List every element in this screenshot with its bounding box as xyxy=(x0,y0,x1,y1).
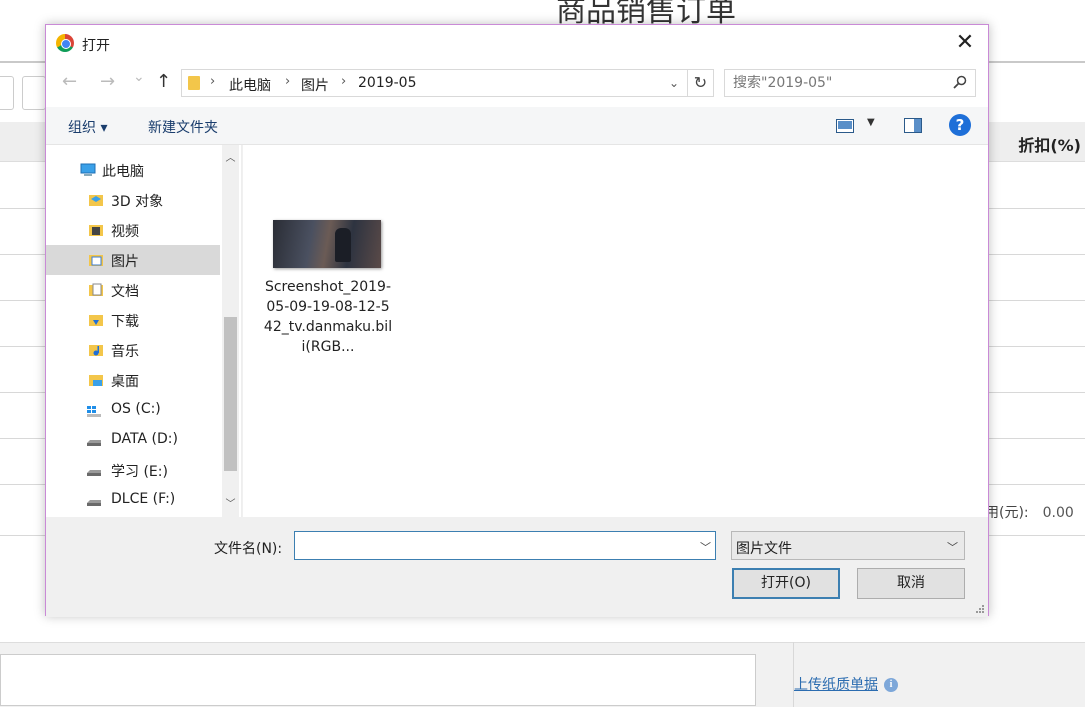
address-dropdown-chevron-icon[interactable]: ⌄ xyxy=(663,70,685,96)
filename-combobox[interactable]: ﹀ xyxy=(294,531,716,560)
tree-item-label: OS (C:) xyxy=(111,401,161,417)
scroll-up-arrow-icon[interactable]: ︿ xyxy=(222,149,239,169)
desktop-icon xyxy=(89,375,103,386)
close-button[interactable]: ✕ xyxy=(942,25,988,63)
chrome-icon xyxy=(56,34,74,52)
scroll-down-arrow-icon[interactable]: ﹀ xyxy=(222,495,239,515)
tree-item-label: 3D 对象 xyxy=(111,194,164,210)
remarks-textarea[interactable] xyxy=(0,654,756,706)
3d-objects-icon xyxy=(89,195,103,206)
tree-item-label: DATA (D:) xyxy=(111,431,178,447)
drive-icon xyxy=(87,500,101,506)
forward-arrow-icon[interactable]: → xyxy=(100,71,115,92)
organize-menu[interactable]: 组织 ▾ xyxy=(68,117,107,137)
search-box[interactable] xyxy=(724,69,976,97)
tree-item-dlce-f[interactable]: DLCE (F:) xyxy=(46,485,220,515)
search-icon[interactable] xyxy=(953,75,967,89)
tree-item-downloads[interactable]: 下载 xyxy=(46,305,220,335)
tree-item-label: 下载 xyxy=(111,314,139,330)
dialog-title: 打开 xyxy=(82,38,110,54)
navigation-bar: ← → ⌄ ↑ › 此电脑 › 图片 › 2019-05 ⌄ ↻ xyxy=(46,63,988,107)
tree-item-label: 此电脑 xyxy=(102,164,144,180)
filename-label: 文件名(N): xyxy=(214,541,283,557)
breadcrumb-this-pc[interactable]: 此电脑 xyxy=(229,75,271,95)
search-input[interactable] xyxy=(725,70,945,96)
file-name: Screenshot_2019-05-09-19-08-12-542_tv.da… xyxy=(263,279,393,355)
tree-item-desktop[interactable]: 桌面 xyxy=(46,365,220,395)
documents-icon xyxy=(89,283,103,296)
folder-icon xyxy=(188,76,200,90)
fee-row: 用(元): 0.00 xyxy=(985,502,1074,522)
tree-item-this-pc[interactable]: 此电脑 xyxy=(46,155,220,185)
column-header-discount: 折扣(%) xyxy=(1018,136,1081,155)
upload-link-label: 上传纸质单据 xyxy=(794,677,878,693)
dialog-titlebar: 打开 ✕ xyxy=(46,25,988,63)
up-arrow-icon[interactable]: ↑ xyxy=(156,71,171,92)
tree-item-label: 视频 xyxy=(111,224,139,240)
os-drive-icon xyxy=(87,406,101,417)
command-bar: 组织 ▾ 新建文件夹 ▼ ? xyxy=(46,107,988,145)
chevron-right-icon: › xyxy=(210,74,216,89)
info-icon[interactable]: i xyxy=(884,678,898,692)
tree-item-music[interactable]: 音乐 xyxy=(46,335,220,365)
toolbar-button[interactable] xyxy=(0,76,14,110)
pictures-icon xyxy=(89,255,103,266)
filename-dropdown-chevron-icon[interactable]: ﹀ xyxy=(700,539,711,555)
filename-input[interactable] xyxy=(295,532,690,559)
breadcrumb-2019-05[interactable]: 2019-05 xyxy=(358,75,417,91)
tree-item-label: 图片 xyxy=(111,254,139,270)
chevron-right-icon[interactable]: › xyxy=(341,74,346,89)
tree-item-study-e[interactable]: 学习 (E:) xyxy=(46,455,220,485)
tree-item-label: 桌面 xyxy=(111,374,139,390)
refresh-icon: ↻ xyxy=(693,73,708,92)
new-folder-button[interactable]: 新建文件夹 xyxy=(148,117,218,137)
change-view-icon[interactable] xyxy=(836,119,854,133)
toolbar-button[interactable] xyxy=(22,76,46,110)
filetype-dropdown-chevron-icon[interactable]: ﹀ xyxy=(947,539,958,555)
navigation-pane: 此电脑 3D 对象 视频 图片 文档 下载 音乐 桌面 OS (C:) DATA… xyxy=(46,145,242,517)
fee-label: 用(元): xyxy=(985,505,1029,521)
filetype-value: 图片文件 xyxy=(736,541,792,557)
drive-icon xyxy=(87,470,101,476)
back-arrow-icon[interactable]: ← xyxy=(62,71,77,92)
drive-icon xyxy=(87,440,101,446)
open-file-dialog: 打开 ✕ ← → ⌄ ↑ › 此电脑 › 图片 › 2019-05 ⌄ ↻ 组织… xyxy=(45,24,989,617)
chevron-right-icon[interactable]: › xyxy=(285,74,290,89)
downloads-icon xyxy=(89,315,103,326)
music-icon xyxy=(89,345,103,356)
tree-item-videos[interactable]: 视频 xyxy=(46,215,220,245)
tree-item-data-d[interactable]: DATA (D:) xyxy=(46,425,220,455)
tree-item-label: 音乐 xyxy=(111,344,139,360)
more-views-chevron-icon[interactable]: ▼ xyxy=(867,117,875,128)
preview-pane-icon[interactable] xyxy=(904,118,922,133)
upload-paper-receipt-link[interactable]: 上传纸质单据 i xyxy=(794,674,898,694)
help-icon[interactable]: ? xyxy=(949,114,971,136)
tree-item-pictures[interactable]: 图片 xyxy=(46,245,220,275)
resize-grip-icon[interactable] xyxy=(975,604,985,614)
cancel-button[interactable]: 取消 xyxy=(857,568,965,599)
tree-item-3d-objects[interactable]: 3D 对象 xyxy=(46,185,220,215)
tree-item-documents[interactable]: 文档 xyxy=(46,275,220,305)
videos-icon xyxy=(89,225,103,236)
navigation-scrollbar[interactable]: ︿ ﹀ xyxy=(222,145,239,517)
open-button[interactable]: 打开(O) xyxy=(732,568,840,599)
breadcrumb-pictures[interactable]: 图片 xyxy=(301,75,329,95)
address-bar[interactable]: › 此电脑 › 图片 › 2019-05 ⌄ xyxy=(181,69,714,97)
scrollbar-thumb[interactable] xyxy=(224,317,237,471)
recent-locations-chevron-icon[interactable]: ⌄ xyxy=(133,69,145,85)
file-thumbnail[interactable] xyxy=(273,220,381,268)
tree-item-label: DLCE (F:) xyxy=(111,491,176,507)
computer-icon xyxy=(80,163,96,176)
filetype-select[interactable]: 图片文件 ﹀ xyxy=(731,531,965,560)
fee-value: 0.00 xyxy=(1042,505,1074,521)
tree-item-os-c[interactable]: OS (C:) xyxy=(46,395,220,425)
tree-item-label: 学习 (E:) xyxy=(111,464,168,480)
refresh-button[interactable]: ↻ xyxy=(687,69,714,97)
file-list: Screenshot_2019-05-09-19-08-12-542_tv.da… xyxy=(243,145,988,517)
dialog-footer: 文件名(N): ﹀ 图片文件 ﹀ 打开(O) 取消 xyxy=(46,517,988,617)
tree-item-label: 文档 xyxy=(111,284,139,300)
